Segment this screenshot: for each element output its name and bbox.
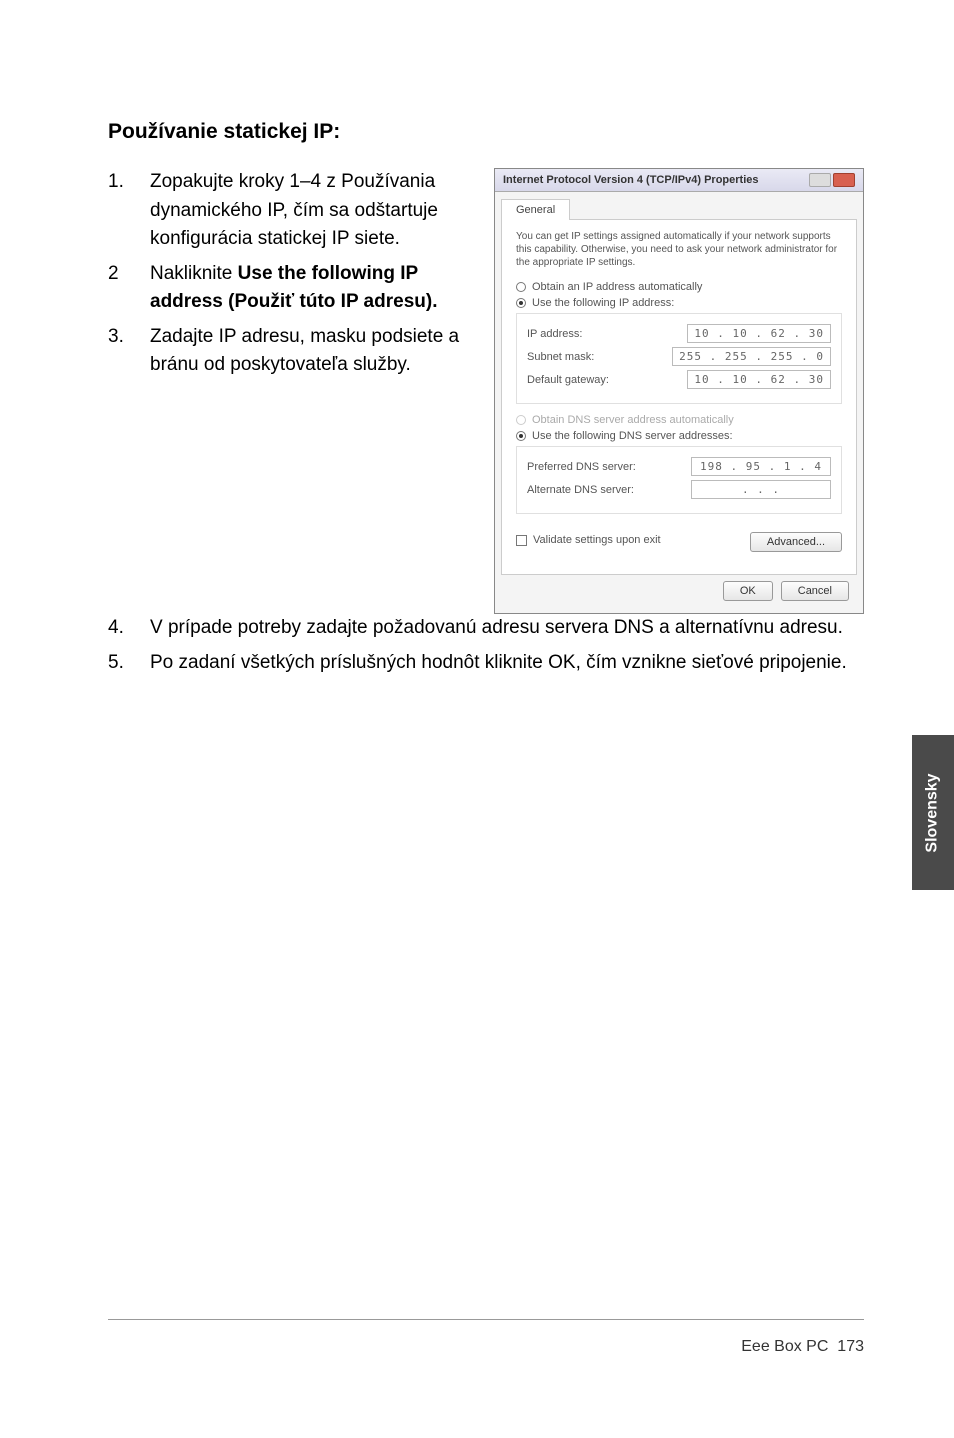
footer-divider: [108, 1319, 864, 1320]
radio-icon: [516, 282, 526, 292]
step-number: 2: [108, 260, 150, 317]
step-2: 2 Nakliknite Use the following IP addres…: [108, 260, 474, 317]
radio-icon: [516, 298, 526, 308]
language-tab: Slovensky: [912, 735, 954, 890]
radio-use-ip[interactable]: Use the following IP address:: [516, 297, 842, 309]
step-number: 5.: [108, 649, 150, 678]
step-text: Nakliknite Use the following IP address …: [150, 260, 474, 317]
dialog-titlebar: Internet Protocol Version 4 (TCP/IPv4) P…: [495, 169, 863, 192]
footer-page: 173: [837, 1338, 864, 1355]
input-pref-dns[interactable]: 198 . 95 . 1 . 4: [691, 457, 831, 476]
radio-use-dns[interactable]: Use the following DNS server addresses:: [516, 430, 842, 442]
input-ip[interactable]: 10 . 10 . 62 . 30: [687, 324, 831, 343]
step-4: 4. V prípade potreby zadajte požadovanú …: [108, 614, 864, 643]
radio-label: Use the following DNS server addresses:: [532, 430, 733, 442]
help-icon[interactable]: [809, 173, 831, 187]
checkbox-label: Validate settings upon exit: [533, 534, 661, 546]
input-alt-dns[interactable]: . . .: [691, 480, 831, 499]
input-gateway[interactable]: 10 . 10 . 62 . 30: [687, 370, 831, 389]
label-alt-dns: Alternate DNS server:: [527, 484, 634, 496]
section-heading: Používanie statickej IP:: [108, 120, 864, 144]
label-gateway: Default gateway:: [527, 374, 609, 386]
step-text: Zopakujte kroky 1–4 z Používania dynamic…: [150, 168, 474, 254]
step-text: Po zadaní všetkých príslušných hodnôt kl…: [150, 649, 864, 678]
step-text-pre: Nakliknite: [150, 263, 238, 284]
step-1: 1. Zopakujte kroky 1–4 z Používania dyna…: [108, 168, 474, 254]
radio-label: Obtain an IP address automatically: [532, 281, 702, 293]
step-3: 3. Zadajte IP adresu, masku podsiete a b…: [108, 323, 474, 380]
advanced-button[interactable]: Advanced...: [750, 532, 842, 552]
radio-label: Obtain DNS server address automatically: [532, 414, 734, 426]
step-number: 1.: [108, 168, 150, 254]
checkbox-validate[interactable]: Validate settings upon exit: [516, 534, 661, 546]
screenshot-dialog: Internet Protocol Version 4 (TCP/IPv4) P…: [494, 168, 864, 614]
dialog-description: You can get IP settings assigned automat…: [516, 230, 842, 269]
language-label: Slovensky: [924, 773, 942, 852]
label-pref-dns: Preferred DNS server:: [527, 461, 636, 473]
radio-icon: [516, 415, 526, 425]
ok-button[interactable]: OK: [723, 581, 773, 601]
checkbox-icon: [516, 535, 527, 546]
radio-icon: [516, 431, 526, 441]
radio-obtain-dns: Obtain DNS server address automatically: [516, 414, 842, 426]
close-icon[interactable]: [833, 173, 855, 187]
tab-general[interactable]: General: [501, 199, 570, 220]
input-mask[interactable]: 255 . 255 . 255 . 0: [672, 347, 831, 366]
cancel-button[interactable]: Cancel: [781, 581, 849, 601]
dialog-title-text: Internet Protocol Version 4 (TCP/IPv4) P…: [503, 174, 759, 186]
step-text: Zadajte IP adresu, masku podsiete a brán…: [150, 323, 474, 380]
window-controls[interactable]: [809, 173, 855, 187]
label-ip: IP address:: [527, 328, 582, 340]
radio-obtain-ip[interactable]: Obtain an IP address automatically: [516, 281, 842, 293]
page-footer: Eee Box PC 173: [741, 1338, 864, 1356]
radio-label: Use the following IP address:: [532, 297, 674, 309]
step-text: V prípade potreby zadajte požadovanú adr…: [150, 614, 864, 643]
step-number: 3.: [108, 323, 150, 380]
step-number: 4.: [108, 614, 150, 643]
step-5: 5. Po zadaní všetkých príslušných hodnôt…: [108, 649, 864, 678]
footer-model: Eee Box PC: [741, 1338, 828, 1355]
label-mask: Subnet mask:: [527, 351, 594, 363]
